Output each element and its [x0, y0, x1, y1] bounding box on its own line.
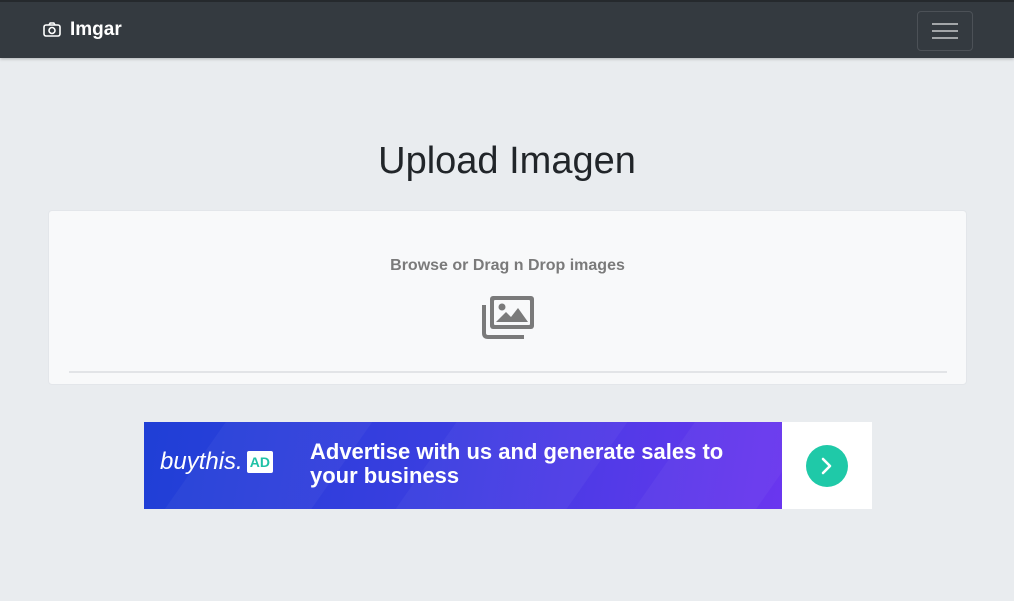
hamburger-menu-icon — [932, 23, 958, 39]
ad-badge: AD — [246, 451, 273, 473]
dropzone-prompt: Browse or Drag n Drop images — [390, 257, 625, 274]
brand-link[interactable]: Imgar — [42, 19, 122, 41]
dropzone-divider — [69, 371, 947, 373]
ad-banner[interactable]: buythis. AD Advertise with us and genera… — [144, 422, 872, 509]
ad-arrow-button[interactable] — [806, 444, 848, 487]
camera-icon — [43, 22, 61, 37]
navbar: Imgar — [0, 0, 1014, 58]
ad-headline: Advertise with us and generate sales to … — [310, 439, 724, 488]
images-icon — [482, 296, 534, 339]
upload-dropzone[interactable]: Browse or Drag n Drop images — [48, 210, 967, 385]
page-title: Upload Imagen — [378, 140, 636, 182]
ad-cta-panel[interactable] — [782, 422, 872, 509]
chevron-right-icon — [821, 457, 832, 474]
navbar-toggle-button[interactable] — [917, 11, 973, 51]
ad-logo: buythis. AD — [160, 448, 273, 476]
ad-main-panel[interactable]: buythis. AD Advertise with us and genera… — [144, 422, 782, 509]
ad-logo-text: buythis — [160, 448, 237, 475]
ad-logo-dot: . — [236, 448, 243, 475]
brand-label: Imgar — [70, 19, 122, 40]
